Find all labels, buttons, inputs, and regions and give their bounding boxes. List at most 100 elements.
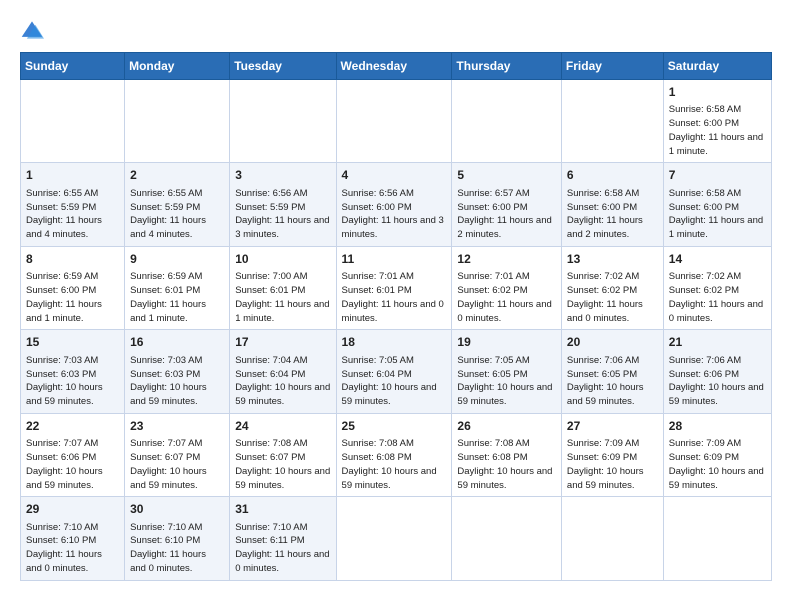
sunrise: Sunrise: 7:08 AM [235, 438, 307, 449]
day-number: 1 [26, 167, 119, 184]
sunset: Sunset: 6:05 PM [567, 369, 637, 380]
daylight: Daylight: 11 hours and 1 minute. [669, 132, 763, 157]
sunrise: Sunrise: 6:58 AM [567, 188, 639, 199]
day-number: 9 [130, 251, 224, 268]
day-number: 1 [669, 84, 766, 101]
sunset: Sunset: 6:00 PM [567, 202, 637, 213]
daylight: Daylight: 11 hours and 0 minutes. [26, 549, 102, 574]
calendar-table: SundayMondayTuesdayWednesdayThursdayFrid… [20, 52, 772, 581]
day-number: 4 [342, 167, 447, 184]
day-number: 18 [342, 334, 447, 351]
daylight: Daylight: 10 hours and 59 minutes. [130, 466, 207, 491]
daylight: Daylight: 10 hours and 59 minutes. [457, 466, 552, 491]
calendar-cell [452, 80, 562, 163]
sunset: Sunset: 6:00 PM [669, 202, 739, 213]
sunrise: Sunrise: 7:10 AM [130, 522, 202, 533]
week-row-4: 22Sunrise: 7:07 AMSunset: 6:06 PMDayligh… [21, 413, 772, 496]
day-number: 27 [567, 418, 658, 435]
calendar-cell: 26 Sunrise: 7:08 AM Sunset: 6:08 PM Dayligh… [452, 413, 562, 496]
sunrise: Sunrise: 7:05 AM [342, 355, 414, 366]
day-number: 13 [567, 251, 658, 268]
daylight: Daylight: 10 hours and 59 minutes. [669, 382, 764, 407]
sunset: Sunset: 6:10 PM [130, 535, 200, 546]
day-number: 11 [342, 251, 447, 268]
calendar-cell: 29Sunrise: 7:10 AMSunset: 6:10 PMDayligh… [21, 497, 125, 580]
daylight: Daylight: 11 hours and 1 minute. [130, 299, 206, 324]
calendar-cell: 30Sunrise: 7:10 AMSunset: 6:10 PMDayligh… [125, 497, 230, 580]
sunrise: Sunrise: 6:59 AM [130, 271, 202, 282]
daylight: Daylight: 10 hours and 59 minutes. [342, 466, 437, 491]
calendar-cell [336, 497, 452, 580]
sunrise: Sunrise: 6:56 AM [235, 188, 307, 199]
daylight: Daylight: 11 hours and 0 minutes. [669, 299, 763, 324]
header-tuesday: Tuesday [230, 53, 336, 80]
daylight: Daylight: 11 hours and 3 minutes. [235, 215, 329, 240]
day-number: 23 [130, 418, 224, 435]
sunrise: Sunrise: 7:03 AM [130, 355, 202, 366]
calendar-cell [125, 80, 230, 163]
day-number: 24 [235, 418, 330, 435]
sunset: Sunset: 6:07 PM [130, 452, 200, 463]
day-number: 19 [457, 334, 556, 351]
sunset: Sunset: 6:00 PM [457, 202, 527, 213]
sunrise: Sunrise: 6:58 AM [669, 104, 741, 115]
logo-icon [20, 18, 44, 42]
day-number: 25 [342, 418, 447, 435]
sunrise: Sunrise: 7:09 AM [567, 438, 639, 449]
calendar-cell: 27 Sunrise: 7:09 AM Sunset: 6:09 PM Dayligh… [561, 413, 663, 496]
day-number: 20 [567, 334, 658, 351]
day-number: 2 [130, 167, 224, 184]
calendar-cell: 5Sunrise: 6:57 AMSunset: 6:00 PMDaylight… [452, 163, 562, 246]
day-number: 30 [130, 501, 224, 518]
calendar-cell: 1Sunrise: 6:55 AMSunset: 5:59 PMDaylight… [21, 163, 125, 246]
day-number: 7 [669, 167, 766, 184]
day-number: 5 [457, 167, 556, 184]
sunrise: Sunrise: 7:07 AM [130, 438, 202, 449]
sunrise: Sunrise: 7:01 AM [342, 271, 414, 282]
sunset: Sunset: 6:04 PM [342, 369, 412, 380]
week-row-0: 1 Sunrise: 6:58 AM Sunset: 6:00 PM Daylight… [21, 80, 772, 163]
calendar-cell: 23 Sunrise: 7:07 AM Sunset: 6:07 PM Dayligh… [125, 413, 230, 496]
daylight: Daylight: 11 hours and 1 minute. [235, 299, 329, 324]
sunset: Sunset: 6:02 PM [457, 285, 527, 296]
daylight: Daylight: 11 hours and 0 minutes. [457, 299, 551, 324]
calendar-cell [336, 80, 452, 163]
calendar-cell [452, 497, 562, 580]
daylight: Daylight: 10 hours and 59 minutes. [567, 466, 644, 491]
sunset: Sunset: 6:09 PM [567, 452, 637, 463]
day-number: 17 [235, 334, 330, 351]
sunrise: Sunrise: 7:06 AM [567, 355, 639, 366]
sunrise: Sunrise: 7:08 AM [457, 438, 529, 449]
sunrise: Sunrise: 7:01 AM [457, 271, 529, 282]
sunset: Sunset: 6:05 PM [457, 369, 527, 380]
sunrise: Sunrise: 7:08 AM [342, 438, 414, 449]
sunset: Sunset: 6:08 PM [457, 452, 527, 463]
sunset: Sunset: 6:00 PM [342, 202, 412, 213]
daylight: Daylight: 11 hours and 2 minutes. [457, 215, 551, 240]
day-number: 14 [669, 251, 766, 268]
calendar-cell: 24Sunrise: 7:08 AMSunset: 6:07 PMDayligh… [230, 413, 336, 496]
calendar-cell: 18 Sunrise: 7:05 AM Sunset: 6:04 PM Dayligh… [336, 330, 452, 413]
sunset: Sunset: 6:00 PM [669, 118, 739, 129]
calendar-header-row: SundayMondayTuesdayWednesdayThursdayFrid… [21, 53, 772, 80]
sunset: Sunset: 6:06 PM [669, 369, 739, 380]
day-number: 26 [457, 418, 556, 435]
calendar-cell [663, 497, 771, 580]
calendar-cell: 28Sunrise: 7:09 AMSunset: 6:09 PMDayligh… [663, 413, 771, 496]
daylight: Daylight: 10 hours and 59 minutes. [235, 382, 330, 407]
day-number: 22 [26, 418, 119, 435]
calendar-cell: 15Sunrise: 7:03 AMSunset: 6:03 PMDayligh… [21, 330, 125, 413]
sunrise: Sunrise: 6:55 AM [130, 188, 202, 199]
daylight: Daylight: 10 hours and 59 minutes. [130, 382, 207, 407]
daylight: Daylight: 10 hours and 59 minutes. [342, 382, 437, 407]
sunset: Sunset: 6:08 PM [342, 452, 412, 463]
calendar-cell: 21Sunrise: 7:06 AMSunset: 6:06 PMDayligh… [663, 330, 771, 413]
sunset: Sunset: 6:01 PM [130, 285, 200, 296]
sunset: Sunset: 6:03 PM [26, 369, 96, 380]
day-number: 16 [130, 334, 224, 351]
calendar-cell: 4Sunrise: 6:56 AMSunset: 6:00 PMDaylight… [336, 163, 452, 246]
daylight: Daylight: 11 hours and 1 minute. [26, 299, 102, 324]
header-friday: Friday [561, 53, 663, 80]
calendar-cell: 10Sunrise: 7:00 AMSunset: 6:01 PMDayligh… [230, 246, 336, 329]
daylight: Daylight: 11 hours and 0 minutes. [235, 549, 329, 574]
